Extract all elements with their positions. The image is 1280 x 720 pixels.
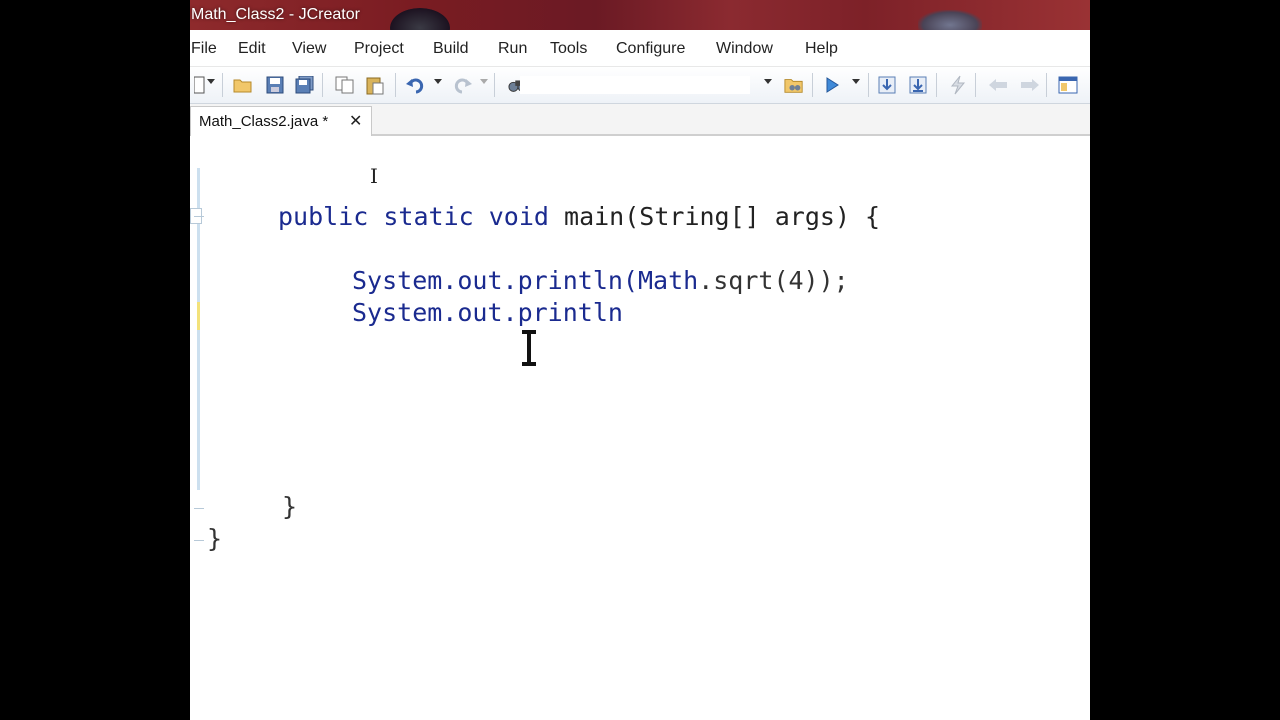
run-icon[interactable] — [822, 75, 842, 95]
code-line-println: System.out.println — [352, 297, 623, 329]
code-close-class-brace: } — [207, 524, 223, 553]
menu-edit[interactable]: Edit — [238, 30, 266, 66]
menu-bar: File Edit View Project Build Run Tools C… — [190, 30, 1090, 67]
jcreator-window: Math_Class2 - JCreator File Edit View Pr… — [190, 0, 1090, 720]
code-line-main-signature: public static void main(String[] args) { — [278, 201, 880, 233]
tab-label: Math_Class2.java * — [199, 113, 329, 130]
redo-dropdown-chevron-icon[interactable] — [480, 79, 488, 84]
desktop-icon-blur — [390, 8, 450, 30]
window-title: Math_Class2 - JCreator — [191, 6, 360, 23]
keyword-public: public — [278, 202, 369, 231]
toolbar-separator — [395, 73, 396, 97]
keyword-void: void — [488, 202, 549, 231]
modified-line-marker — [197, 302, 200, 330]
compile-icon[interactable] — [948, 75, 968, 95]
toolbar-separator — [322, 73, 323, 97]
new-dropdown-chevron-icon[interactable] — [207, 79, 215, 84]
method-signature-rest: main(String[] args) { — [564, 202, 881, 231]
menu-configure[interactable]: Configure — [616, 30, 685, 66]
find-in-files-icon[interactable] — [784, 75, 804, 95]
step-in-icon[interactable] — [877, 75, 897, 95]
menu-project[interactable]: Project — [354, 30, 404, 66]
run-dropdown-chevron-icon[interactable] — [852, 79, 860, 84]
code-close-method-brace: } — [282, 492, 298, 521]
menu-build[interactable]: Build — [433, 30, 469, 66]
step-out-icon[interactable] — [908, 75, 928, 95]
toolbar-separator — [868, 73, 869, 97]
toolbar-separator — [494, 73, 495, 97]
code-line-println-sqrt: System.out.println(Math.sqrt(4)); — [352, 265, 849, 297]
toolbar-separator — [222, 73, 223, 97]
menu-window[interactable]: Window — [716, 30, 773, 66]
code-class-math: Math — [637, 266, 699, 295]
undo-dropdown-chevron-icon[interactable] — [434, 79, 442, 84]
desktop-icon-blur-2 — [918, 10, 982, 30]
redo-icon[interactable] — [452, 75, 472, 95]
toolbar — [190, 67, 1090, 104]
new-file-icon[interactable] — [190, 75, 210, 95]
close-icon[interactable]: ✕ — [349, 107, 362, 136]
copy-icon[interactable] — [335, 75, 355, 95]
menu-tools[interactable]: Tools — [550, 30, 587, 66]
window-icon[interactable] — [1058, 75, 1078, 95]
search-combo[interactable] — [520, 76, 750, 94]
keyword-static: static — [383, 202, 474, 231]
menu-run[interactable]: Run — [498, 30, 527, 66]
fold-marker — [194, 216, 204, 217]
open-folder-icon[interactable] — [233, 75, 253, 95]
paste-icon[interactable] — [365, 75, 385, 95]
text-cursor-icon: I — [370, 164, 378, 188]
code-editor[interactable]: I public static void main(String[] args)… — [190, 136, 1090, 720]
forward-icon[interactable] — [1020, 75, 1040, 95]
toolbar-separator — [975, 73, 976, 97]
menu-file[interactable]: File — [191, 30, 217, 66]
toolbar-separator — [936, 73, 937, 97]
code-println-partial: System.out.println — [352, 298, 623, 327]
tab-bar: Math_Class2.java * ✕ — [190, 104, 1090, 136]
menu-help[interactable]: Help — [805, 30, 838, 66]
code-println-prefix: System.out.println( — [352, 266, 638, 295]
fold-end-marker — [194, 540, 204, 541]
save-icon[interactable] — [265, 75, 285, 95]
menu-view[interactable]: View — [292, 30, 326, 66]
title-bar: Math_Class2 - JCreator — [190, 0, 1090, 30]
back-icon[interactable] — [988, 75, 1008, 95]
save-all-icon[interactable] — [295, 75, 315, 95]
undo-icon[interactable] — [406, 75, 426, 95]
toolbar-separator — [812, 73, 813, 97]
search-combo-chevron-icon[interactable] — [764, 79, 772, 84]
fold-end-marker — [194, 508, 204, 509]
code-sqrt-call: .sqrt(4)); — [698, 266, 849, 295]
tab-math-class2[interactable]: Math_Class2.java * ✕ — [190, 106, 372, 136]
mouse-ibeam-cursor-icon — [522, 330, 536, 366]
toolbar-separator — [1046, 73, 1047, 97]
